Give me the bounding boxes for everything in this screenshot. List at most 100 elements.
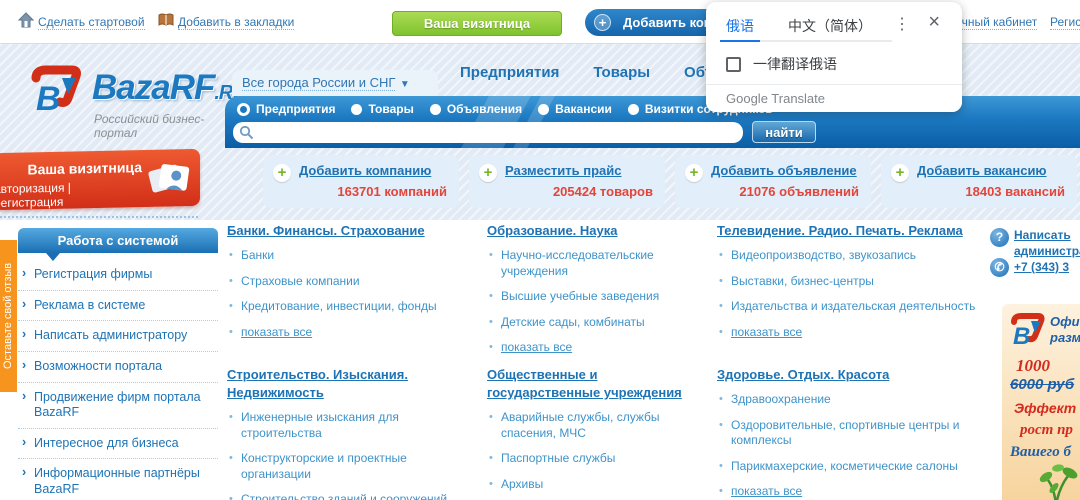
category-grid: Банки. Финансы. Страхование Банки Страхо… <box>227 222 982 500</box>
show-all-link[interactable]: показать все <box>241 325 312 339</box>
category-title[interactable]: Общественные и государственные учреждени… <box>487 367 682 400</box>
vizitka-block[interactable]: Ваша визитница авторизация | регистрация <box>0 149 200 210</box>
sidebar-menu: Регистрация фирмы Реклама в системе Напи… <box>18 260 218 500</box>
search-scope-radios: Предприятия Товары Объявления Вакансии В… <box>237 102 773 116</box>
category-banks: Банки. Финансы. Страхование Банки Страхо… <box>227 222 475 366</box>
category-item[interactable]: Детские сады, комбинаты <box>501 315 645 329</box>
close-icon[interactable]: × <box>928 11 940 34</box>
plus-icon: + <box>594 14 611 31</box>
bazarf-portal-page: Сделать стартовой Добавить в закладки Ва… <box>0 0 1080 500</box>
registration-link[interactable]: Регистрация <box>1050 15 1080 30</box>
find-button[interactable]: найти <box>752 121 816 143</box>
category-title[interactable]: Строительство. Изыскания. Недвижимость <box>227 367 408 400</box>
category-construction: Строительство. Изыскания. Недвижимость И… <box>227 366 475 500</box>
sidebar-item-firm-registration[interactable]: Регистрация фирмы <box>18 260 218 291</box>
category-item[interactable]: Издательства и издательская деятельность <box>731 299 975 313</box>
category-title[interactable]: Здоровье. Отдых. Красота <box>717 367 889 382</box>
add-company-link[interactable]: Добавить компанию <box>299 163 449 178</box>
category-item[interactable]: Страховые компании <box>241 274 360 288</box>
action-boxes-row: + Добавить компанию 163701 компаний + Ра… <box>263 155 1080 208</box>
ad-new-price: 1000 <box>1016 356 1050 376</box>
always-translate-checkbox[interactable] <box>726 57 741 72</box>
category-item[interactable]: Научно-исследовательские учреждения <box>501 248 654 278</box>
sidebar-item-write-admin[interactable]: Написать администратору <box>18 321 218 352</box>
feedback-tab[interactable]: Оставьте свой отзыв <box>0 240 17 392</box>
city-selector-link[interactable]: Все города России и СНГ <box>242 75 395 91</box>
radio-dot <box>237 103 250 116</box>
show-all-link[interactable]: показать все <box>501 340 572 354</box>
radio-dot <box>538 104 549 115</box>
radio-dot <box>351 104 362 115</box>
sidebar-title: Работа с системой <box>18 228 218 253</box>
category-item[interactable]: Видеопроизводство, звукозапись <box>731 248 916 262</box>
bookmark-icon <box>158 12 174 28</box>
make-start-page-link[interactable]: Сделать стартовой <box>38 15 145 30</box>
radio-goods[interactable]: Товары <box>351 102 413 116</box>
add-company-box: + Добавить компанию 163701 компаний <box>263 155 459 208</box>
radio-vacancies[interactable]: Вакансии <box>538 102 612 116</box>
add-vacancy-link[interactable]: Добавить вакансию <box>917 163 1067 178</box>
kebab-menu-icon[interactable]: ⋮ <box>894 14 910 34</box>
category-item[interactable]: Парикмахерские, косметические салоны <box>731 459 958 473</box>
card-stack-icon <box>146 157 192 198</box>
add-pricelist-link[interactable]: Разместить прайс <box>505 163 655 178</box>
ad-logo-icon: B <box>1008 312 1046 350</box>
site-logo[interactable]: B BazaRF.RU Российский бизнес-портал <box>28 62 238 132</box>
radio-ads[interactable]: Объявления <box>430 102 522 116</box>
add-ad-link[interactable]: Добавить объявление <box>711 163 861 178</box>
phone-icon: ✆ <box>990 258 1009 277</box>
search-input[interactable] <box>259 123 734 141</box>
goods-count: 205424 товаров <box>553 184 653 199</box>
category-item[interactable]: Оздоровительные, спортивные центры и ком… <box>731 418 959 448</box>
category-item[interactable]: Здравоохранение <box>731 392 831 406</box>
nav-enterprises[interactable]: Предприятия <box>460 64 559 81</box>
category-item[interactable]: Инженерные изыскания для строительства <box>241 410 399 440</box>
add-bookmark-link[interactable]: Добавить в закладки <box>178 15 294 30</box>
ad-slogan-line: Вашего б <box>1010 444 1071 461</box>
translate-language-tabs: 俄语 中文（简体） <box>726 12 892 42</box>
category-item[interactable]: Аварийные службы, службы спасения, МЧС <box>501 410 660 440</box>
auth-registration-links[interactable]: авторизация | регистрация <box>0 179 142 210</box>
always-translate-label: 一律翻译俄语 <box>753 54 837 74</box>
ad-slogan-line: Эффект <box>1014 400 1076 416</box>
vizitka-title: Ваша визитница <box>27 159 142 177</box>
ad-old-price: 6000 руб <box>1010 376 1074 393</box>
ads-count: 21076 объявлений <box>739 184 859 199</box>
sidebar-item-business-interest[interactable]: Интересное для бизнеса <box>18 429 218 460</box>
show-all-link[interactable]: показать все <box>731 325 802 339</box>
sidebar-item-portal-features[interactable]: Возможности портала <box>18 352 218 383</box>
ad-banner[interactable]: B Офи разм 1000 6000 руб Эффект рост пр … <box>1002 304 1080 500</box>
home-icon <box>18 12 34 28</box>
category-title[interactable]: Телевидение. Радио. Печать. Реклама <box>717 223 963 238</box>
ad-content: B Офи разм 1000 6000 руб Эффект рост пр … <box>1002 304 1080 500</box>
category-item[interactable]: Кредитование, инвестиции, фонды <box>241 299 437 313</box>
sidebar-item-info-partners[interactable]: Информационные партнёры BazaRF <box>18 459 218 500</box>
plant-image <box>1030 460 1080 500</box>
show-all-link[interactable]: показать все <box>731 484 802 498</box>
google-translate-brand: Google Translate <box>726 91 825 106</box>
category-item[interactable]: Паспортные службы <box>501 451 615 465</box>
phone-link[interactable]: +7 (343) 3 <box>1014 260 1080 274</box>
green-plus-icon: + <box>479 164 497 182</box>
ad-slogan-line: рост пр <box>1020 422 1073 439</box>
nav-goods[interactable]: Товары <box>593 64 650 81</box>
tab-target-language[interactable]: 中文（简体） <box>788 12 872 40</box>
radio-enterprises[interactable]: Предприятия <box>237 102 335 116</box>
category-public-institutions: Общественные и государственные учреждени… <box>487 366 705 500</box>
category-item[interactable]: Банки <box>241 248 274 262</box>
write-admin-link[interactable]: Написать администратору <box>1014 228 1080 259</box>
category-title[interactable]: Банки. Финансы. Страхование <box>227 223 425 238</box>
sidebar-item-advertising[interactable]: Реклама в системе <box>18 291 218 322</box>
sidebar-item-firm-promotion[interactable]: Продвижение фирм портала BazaRF <box>18 383 218 429</box>
category-item[interactable]: Высшие учебные заведения <box>501 289 659 303</box>
category-health: Здоровье. Отдых. Красота Здравоохранение… <box>717 366 982 500</box>
your-vizitnica-button[interactable]: Ваша визитница <box>392 11 562 36</box>
category-item[interactable]: Выставки, бизнес-центры <box>731 274 874 288</box>
category-item[interactable]: Архивы <box>501 477 543 491</box>
chevron-down-icon: ▼ <box>400 79 410 90</box>
category-item[interactable]: Строительство зданий и сооружений <box>241 492 447 500</box>
category-item[interactable]: Конструкторские и проектные организации <box>241 451 407 481</box>
tab-source-language[interactable]: 俄语 <box>726 12 754 40</box>
green-plus-icon: + <box>891 164 909 182</box>
category-title[interactable]: Образование. Наука <box>487 223 617 238</box>
